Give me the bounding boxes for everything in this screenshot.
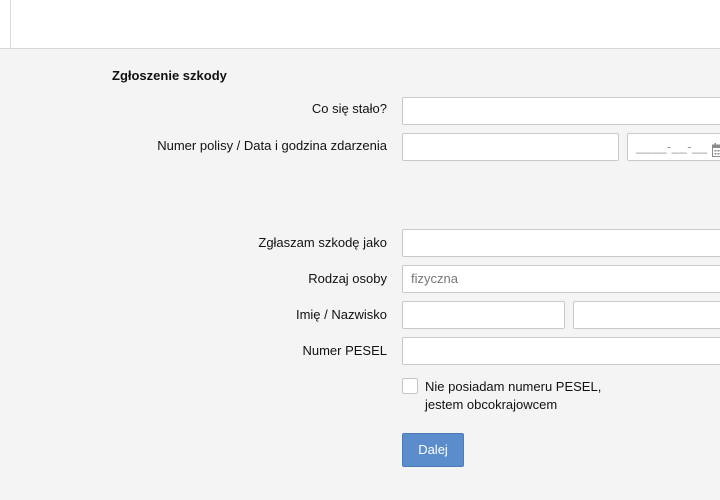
first-name-field[interactable] — [402, 301, 565, 329]
pesel-field[interactable] — [402, 337, 720, 365]
section-title: Zgłoszenie szkody — [112, 68, 227, 83]
report-as-select[interactable] — [402, 229, 720, 257]
no-pesel-label-line2: jestem obcokrajowcem — [425, 397, 558, 412]
calendar-icon[interactable] — [712, 140, 720, 157]
no-pesel-label[interactable]: Nie posiadam numeru PESEL, jestem obcokr… — [425, 378, 645, 414]
person-type-field[interactable]: fizyczna — [402, 265, 720, 293]
policy-number-field[interactable] — [402, 133, 619, 161]
policy-datetime-label: Numer polisy / Data i godzina zdarzenia — [157, 138, 387, 153]
no-pesel-label-line1: Nie posiadam numeru PESEL, — [425, 379, 602, 394]
pesel-label: Numer PESEL — [302, 343, 387, 358]
top-bar-divider — [10, 0, 11, 48]
event-date-mask: ____-__-__ — [636, 139, 708, 154]
what-happened-field[interactable] — [402, 97, 720, 125]
report-as-label: Zgłaszam szkodę jako — [258, 235, 387, 250]
top-bar — [0, 0, 720, 49]
what-happened-label: Co się stało? — [311, 101, 387, 116]
name-label: Imię / Nazwisko — [295, 307, 387, 322]
no-pesel-checkbox[interactable] — [402, 378, 418, 394]
next-button[interactable]: Dalej — [402, 433, 464, 467]
last-name-field[interactable] — [573, 301, 720, 329]
person-type-label: Rodzaj osoby — [308, 271, 387, 286]
event-date-field[interactable]: ____-__-__ — [627, 133, 720, 161]
